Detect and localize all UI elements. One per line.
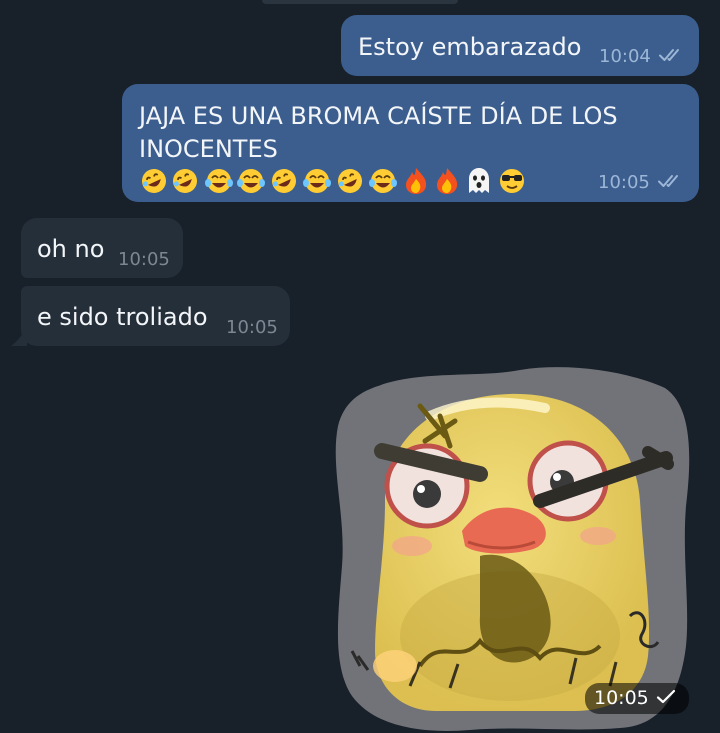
message-text-line: JAJA ES UNA BROMA CAÍSTE DÍA DE LOS xyxy=(139,102,618,130)
read-double-check-icon xyxy=(658,49,679,61)
fire-emoji-icon xyxy=(437,168,458,194)
outgoing-message-bubble[interactable]: JAJA ES UNA BROMA CAÍSTE DÍA DE LOS INOC… xyxy=(122,84,699,202)
tears-of-joy-emoji-icon xyxy=(303,169,331,193)
emoji-row xyxy=(142,168,524,194)
rolling-laughing-emoji-icon xyxy=(272,169,296,193)
message-text: e sido troliado xyxy=(37,303,208,331)
outgoing-message-bubble[interactable]: Estoy embarazado 10:04 xyxy=(341,15,699,76)
sent-single-check-icon xyxy=(656,689,675,704)
fire-emoji-icon xyxy=(406,168,427,194)
tears-of-joy-emoji-icon xyxy=(205,169,233,193)
sticker-timestamp: 10:05 xyxy=(585,683,689,714)
message-timestamp: 10:05 xyxy=(598,173,684,193)
rolling-laughing-emoji-icon xyxy=(173,169,197,193)
read-double-check-icon xyxy=(657,175,678,187)
previous-message-edge xyxy=(262,0,458,4)
angry-chick-sticker[interactable] xyxy=(330,366,700,733)
ghost-emoji-icon xyxy=(469,168,489,193)
bubble-tail xyxy=(11,328,27,346)
incoming-message-bubble[interactable]: e sido troliado 10:05 xyxy=(21,286,290,346)
tears-of-joy-emoji-icon xyxy=(237,169,265,193)
tears-of-joy-emoji-icon xyxy=(369,169,397,193)
incoming-message-bubble[interactable]: oh no 10:05 xyxy=(21,218,183,278)
message-timestamp: 10:05 xyxy=(118,249,170,270)
rolling-laughing-emoji-icon xyxy=(142,169,166,193)
rolling-laughing-emoji-icon xyxy=(338,169,362,193)
sunglasses-emoji-icon xyxy=(500,169,524,193)
message-text: oh no xyxy=(37,235,105,263)
message-timestamp: 10:04 xyxy=(599,47,685,67)
message-text: Estoy embarazado xyxy=(358,33,582,61)
message-timestamp: 10:05 xyxy=(226,317,278,338)
